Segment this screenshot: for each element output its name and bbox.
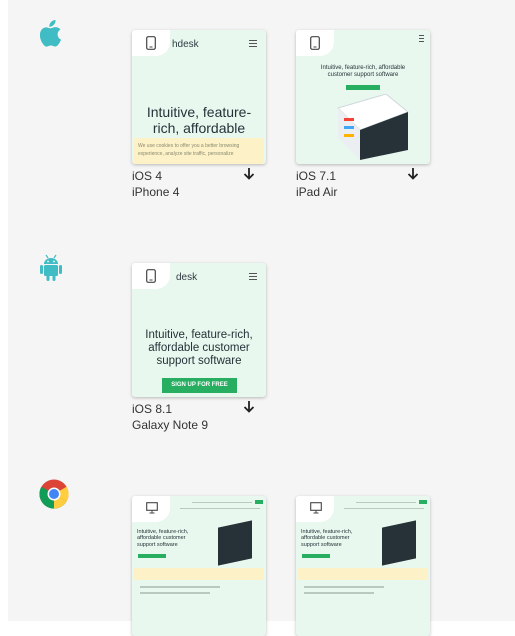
- logo-strip: [140, 586, 220, 588]
- os-version-label: iOS 7.1: [296, 169, 337, 183]
- device-label: iPad Air: [296, 185, 338, 199]
- device-label: iPhone 4: [132, 185, 180, 199]
- sub-nav: [344, 508, 424, 509]
- device-badge: [296, 30, 334, 56]
- hero-headline: Intuitive, feature-rich, affordable: [146, 104, 252, 137]
- brand-text: desk: [176, 272, 198, 283]
- monitor-icon: [310, 502, 322, 514]
- os-version-label: iOS 8.1: [132, 402, 173, 416]
- product-illustration: [218, 520, 252, 566]
- cta-button: [138, 554, 166, 558]
- phone-icon: [146, 36, 156, 50]
- device-badge: [132, 496, 170, 522]
- cta-button: [346, 85, 380, 90]
- monitor-icon: [146, 502, 158, 514]
- cookie-banner: [134, 568, 264, 580]
- screenshot-thumbnail-desktop-2[interactable]: Intuitive, feature-rich, affordable cust…: [296, 496, 430, 636]
- device-badge: [296, 496, 334, 522]
- screenshot-thumbnail-ipad-air[interactable]: Intuitive, feature-rich, affordable cust…: [296, 30, 430, 164]
- screenshot-gallery: hdesk Intuitive, feature-rich, affordabl…: [8, 0, 515, 636]
- sub-nav: [180, 508, 260, 509]
- device-badge: [132, 263, 170, 289]
- apple-icon: [39, 20, 62, 53]
- nav-bar: [356, 502, 416, 503]
- product-illustration: [337, 94, 409, 160]
- hero-headline: Intuitive, feature-rich, affordable cust…: [145, 329, 253, 368]
- cookie-banner: [298, 568, 428, 580]
- product-illustration: [382, 520, 416, 566]
- menu-icon: [419, 35, 424, 44]
- screenshot-thumbnail-galaxy-note9[interactable]: desk Intuitive, feature-rich, affordable…: [132, 263, 266, 397]
- cookie-banner: We use cookies to offer you a better bro…: [134, 138, 264, 164]
- phone-icon: [146, 269, 156, 283]
- hero-headline: Intuitive, feature-rich, affordable cust…: [320, 65, 406, 78]
- download-icon[interactable]: [406, 167, 420, 186]
- device-label: Galaxy Note 9: [132, 418, 209, 432]
- tablet-icon: [310, 36, 320, 50]
- logo-strip: [140, 592, 210, 594]
- screenshot-thumbnail-iphone4[interactable]: hdesk Intuitive, feature-rich, affordabl…: [132, 30, 266, 164]
- nav-bar: [192, 502, 252, 503]
- download-icon[interactable]: [242, 400, 256, 419]
- hero-headline: Intuitive, feature-rich, affordable cust…: [137, 529, 189, 548]
- device-badge: [132, 30, 170, 56]
- menu-icon: [249, 273, 257, 282]
- android-icon: [40, 254, 62, 287]
- chrome-icon: [39, 479, 69, 514]
- menu-icon: [249, 40, 257, 49]
- download-icon[interactable]: [242, 167, 256, 186]
- cta-button: SIGN UP FOR FREE: [162, 378, 237, 393]
- os-version-label: iOS 4: [132, 169, 163, 183]
- logo-strip: [304, 586, 384, 588]
- nav-cta: [255, 500, 263, 504]
- screenshot-thumbnail-desktop-1[interactable]: Intuitive, feature-rich, affordable cust…: [132, 496, 266, 636]
- nav-cta: [419, 500, 427, 504]
- brand-text: hdesk: [172, 39, 199, 50]
- hero-headline: Intuitive, feature-rich, affordable cust…: [301, 529, 353, 548]
- cta-button: [302, 554, 330, 558]
- logo-strip: [304, 592, 374, 594]
